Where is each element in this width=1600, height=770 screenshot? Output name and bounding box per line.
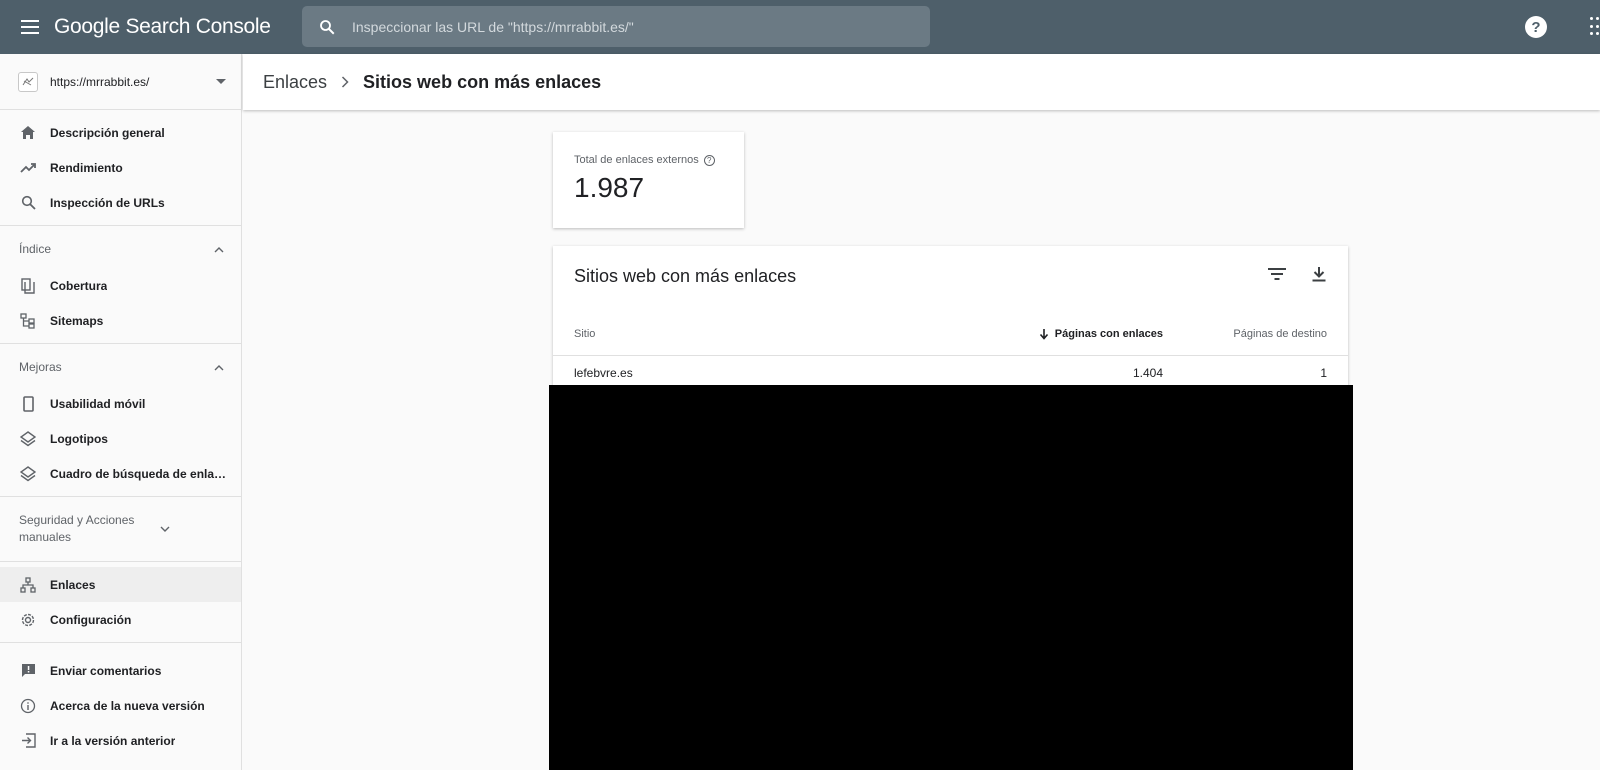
apps-icon[interactable] — [1590, 17, 1600, 37]
info-icon — [19, 697, 37, 715]
help-icon[interactable]: ? — [1525, 16, 1547, 38]
redacted-area — [549, 385, 1353, 770]
table-header: Sitio Páginas con enlaces Páginas de des… — [553, 316, 1348, 356]
page-title: Sitios web con más enlaces — [363, 71, 602, 92]
chevron-down-icon — [159, 523, 171, 535]
breadcrumb: Enlaces Sitios web con más enlaces — [243, 54, 1600, 110]
links-icon — [19, 576, 37, 594]
sidebar-item-url-inspection[interactable]: Inspección de URLs — [0, 185, 241, 220]
chevron-up-icon — [213, 244, 225, 256]
layers-icon — [19, 465, 37, 483]
nav-footer: Enviar comentarios Acerca de la nueva ve… — [0, 643, 241, 758]
top-app-bar: Google Search Console ? — [0, 0, 1600, 54]
column-header-target-pages[interactable]: Páginas de destino — [1233, 328, 1327, 340]
sidebar-item-overview[interactable]: Descripción general — [0, 115, 241, 150]
column-header-site[interactable]: Sitio — [574, 328, 595, 340]
dropdown-caret-icon — [216, 79, 226, 84]
chevron-up-icon — [213, 362, 225, 374]
section-toggle-enhancements[interactable]: Mejoras — [0, 349, 241, 386]
property-favicon-icon — [18, 71, 38, 92]
sidebar-item-sitelinks-searchbox[interactable]: Cuadro de búsqueda de enlaces de sitio — [0, 456, 241, 491]
url-inspection-input[interactable] — [352, 18, 930, 35]
feedback-icon — [19, 662, 37, 680]
sidebar-item-sitemaps[interactable]: Sitemaps — [0, 303, 241, 338]
sidebar-item-feedback[interactable]: Enviar comentarios — [0, 653, 241, 688]
help-circle-icon[interactable]: ? — [703, 154, 715, 166]
download-icon[interactable] — [1307, 262, 1331, 286]
total-label: Total de enlaces externos ? — [574, 154, 744, 166]
arrow-down-icon — [1039, 329, 1048, 340]
search-icon — [318, 17, 338, 37]
cell-site: lefebvre.es — [574, 366, 633, 380]
nav-section-security: Seguridad y Acciones manuales — [0, 497, 241, 562]
cell-target-pages: 1 — [1320, 366, 1327, 380]
sidebar-item-logos[interactable]: Logotipos — [0, 421, 241, 456]
sidebar-item-performance[interactable]: Rendimiento — [0, 150, 241, 185]
nav-main: Descripción general Rendimiento Inspecci… — [0, 110, 241, 226]
column-header-linking-pages[interactable]: Páginas con enlaces — [1039, 328, 1163, 340]
file-copy-icon — [19, 277, 37, 295]
section-toggle-security[interactable]: Seguridad y Acciones manuales — [0, 502, 241, 556]
exit-icon — [19, 732, 37, 750]
sidebar: https://mrrabbit.es/ Descripción general… — [0, 54, 242, 770]
app-logo[interactable]: Google Search Console — [54, 15, 271, 39]
table-title: Sitios web con más enlaces — [574, 266, 797, 286]
total-value: 1.987 — [574, 172, 645, 203]
total-external-links-card: Total de enlaces externos ? 1.987 — [553, 132, 744, 228]
gear-icon — [19, 611, 37, 629]
table-row[interactable]: lefebvre.es 1.404 1 — [553, 357, 1348, 387]
property-selector[interactable]: https://mrrabbit.es/ — [0, 54, 241, 110]
search-icon — [19, 194, 37, 212]
top-linking-sites-card: Sitios web con más enlaces Sitio Páginas… — [553, 246, 1348, 386]
url-inspection-search[interactable] — [302, 6, 930, 47]
sitemap-icon — [19, 312, 37, 330]
breadcrumb-parent-link[interactable]: Enlaces — [263, 72, 327, 93]
home-icon — [19, 124, 37, 142]
property-url: https://mrrabbit.es/ — [50, 74, 150, 89]
cell-linking-pages: 1.404 — [1132, 366, 1163, 380]
sidebar-item-coverage[interactable]: Cobertura — [0, 268, 241, 303]
phone-icon — [19, 395, 37, 413]
hamburger-menu-icon[interactable] — [15, 12, 45, 42]
sidebar-item-about[interactable]: Acerca de la nueva versión — [0, 688, 241, 723]
sidebar-item-previous-version[interactable]: Ir a la versión anterior — [0, 723, 241, 758]
sidebar-item-mobile-usability[interactable]: Usabilidad móvil — [0, 386, 241, 421]
section-toggle-index[interactable]: Índice — [0, 231, 241, 268]
nav-section-index: Índice Cobertura Sitemaps — [0, 226, 241, 344]
nav-section-enhancements: Mejoras Usabilidad móvil Logotipos Cuadr… — [0, 344, 241, 497]
trending-up-icon — [19, 159, 37, 177]
filter-icon[interactable] — [1265, 262, 1289, 286]
nav-links-settings: Enlaces Configuración — [0, 562, 241, 643]
layers-icon — [19, 430, 37, 448]
chevron-right-icon — [341, 76, 349, 88]
sidebar-item-links[interactable]: Enlaces — [0, 567, 241, 602]
sidebar-item-settings[interactable]: Configuración — [0, 602, 241, 637]
